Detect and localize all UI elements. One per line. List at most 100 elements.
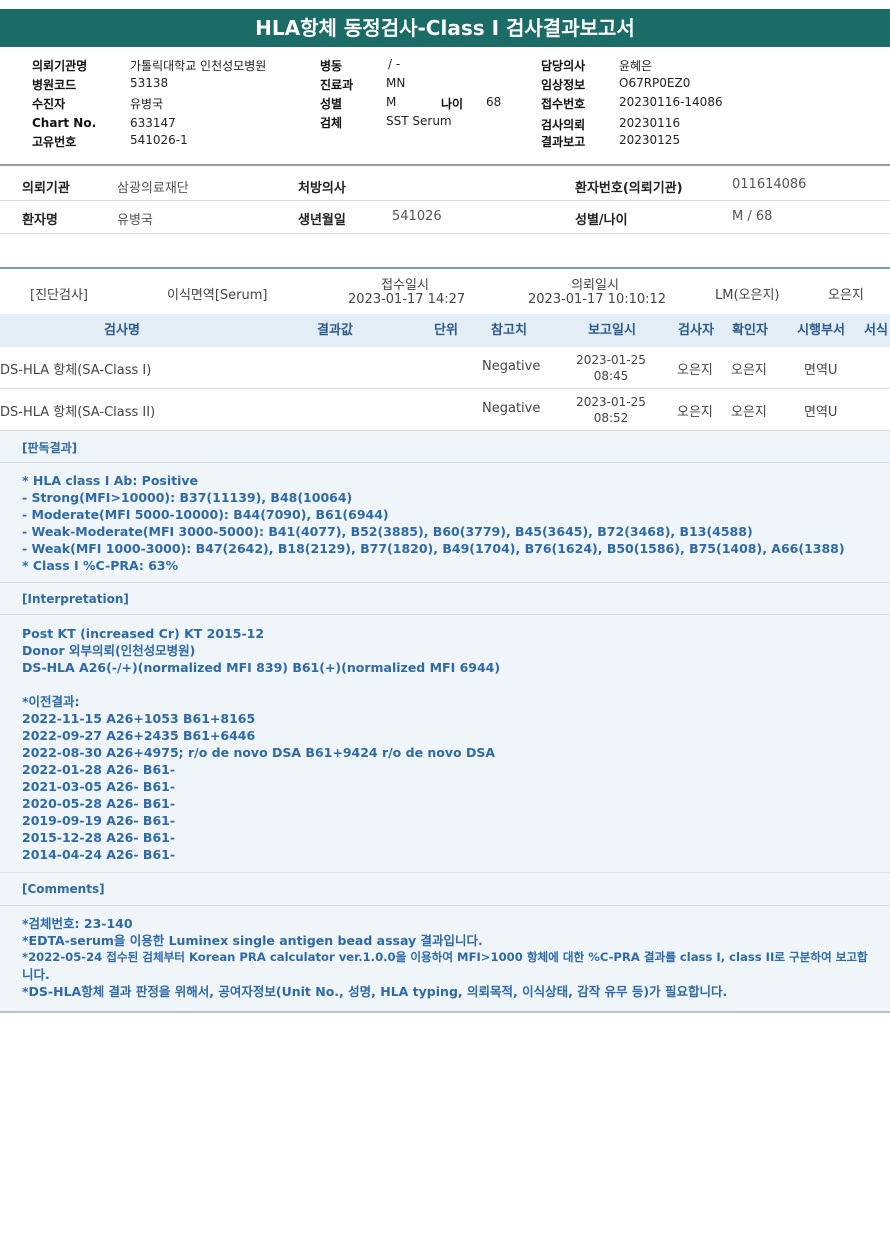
col-report-date: 보고일시 — [588, 323, 636, 338]
request-label: 검사의뢰 — [541, 118, 586, 132]
interp-line: 2022-01-28 A26- B61- — [22, 762, 176, 777]
age-label: 나이 — [441, 97, 464, 111]
chart-no-value: 633147 — [130, 116, 176, 130]
interpretation-header-block: [Interpretation] — [0, 583, 890, 615]
age-value: 68 — [486, 95, 502, 109]
test-name: DS-HLA 항체(SA-Class I) — [0, 363, 152, 378]
unique-no-label: 고유번호 — [32, 135, 77, 149]
table-row: DS-HLA 항체(SA-Class I) Negative 2023-01-2… — [0, 347, 890, 389]
interp-line: Donor 외부의뢰(인천성모병원) — [22, 643, 196, 658]
judgment-line: - Weak(MFI 1000-3000): B47(2642), B18(21… — [22, 541, 845, 556]
doctor-label: 담당의사 — [541, 59, 586, 73]
patient-no-value: 011614086 — [732, 177, 807, 192]
interp-line: 2022-09-27 A26+2435 B61+6446 — [22, 728, 256, 743]
col-reference: 참고치 — [491, 323, 527, 338]
divider — [0, 233, 890, 234]
judgment-body: * HLA class I Ab: Positive - Strong(MFI>… — [0, 463, 890, 583]
receipt-value: 20230116-14086 — [619, 95, 723, 109]
specimen-type: 이식면역[Serum] — [167, 288, 268, 303]
col-tester: 검사자 — [678, 323, 714, 338]
report-date-label: 결과보고 — [541, 135, 586, 149]
report-time: 08:45 — [593, 369, 629, 383]
clinical-value: O67RP0EZ0 — [619, 76, 691, 90]
recipient-label: 수진자 — [32, 97, 66, 111]
chart-no-label: Chart No. — [32, 116, 97, 130]
requested-datetime: 2023-01-17 10:10:12 — [528, 292, 667, 307]
judgment-header-block: [판독결과] — [0, 431, 890, 463]
interp-line: Post KT (increased Cr) KT 2015-12 — [22, 626, 265, 641]
hospital-code-value: 53138 — [130, 76, 169, 90]
col-confirmer: 확인자 — [732, 323, 768, 338]
interp-line: 2015-12-28 A26- B61- — [22, 830, 176, 845]
sexage-label: 성별/나이 — [575, 213, 628, 228]
comment-line: *EDTA-serum을 이용한 Luminex single antigen … — [22, 933, 483, 948]
judgment-line: * Class I %C-PRA: 63% — [22, 558, 179, 573]
tester: 오은지 — [677, 405, 713, 420]
dob-label: 생년월일 — [298, 213, 346, 228]
judgment-line: - Strong(MFI>10000): B37(11139), B48(100… — [22, 490, 353, 505]
test-name: DS-HLA 항체(SA-Class II) — [0, 405, 156, 420]
interp-line: 2022-11-15 A26+1053 B61+8165 — [22, 711, 256, 726]
reference-value: Negative — [482, 401, 541, 416]
prescriber-label: 처방의사 — [298, 181, 346, 196]
interp-line: 2014-04-24 A26- B61- — [22, 847, 176, 862]
report-date: 2023-01-25 — [576, 353, 646, 367]
inst-label: 의뢰기관 — [22, 181, 70, 196]
tester: 오은지 — [677, 363, 713, 378]
divider — [0, 164, 890, 166]
judgment-line: - Moderate(MFI 5000-10000): B44(7090), B… — [22, 507, 389, 522]
judgment-line: - Weak-Moderate(MFI 3000-5000): B41(4077… — [22, 524, 753, 539]
requested-label: 의뢰일시 — [571, 278, 619, 293]
comment-line: *2022-05-24 접수된 검체부터 Korean PRA calculat… — [22, 950, 868, 964]
doctor-value: 윤혜은 — [619, 59, 653, 73]
received-datetime: 2023-01-17 14:27 — [348, 292, 466, 307]
ward-label: 병동 — [320, 59, 343, 73]
dept-value: MN — [386, 76, 406, 90]
dept-label: 진료과 — [320, 78, 354, 92]
inst-value: 삼광의료재단 — [117, 181, 189, 196]
request-value: 20230116 — [619, 116, 681, 130]
interp-line: 2019-09-19 A26- B61- — [22, 813, 176, 828]
institution-label: 의뢰기관명 — [32, 59, 88, 73]
confirmer: 오은지 — [731, 405, 767, 420]
report-time: 08:52 — [593, 411, 629, 425]
col-format: 서식 — [864, 323, 888, 338]
interp-line: 2022-08-30 A26+4975; r/o de novo DSA B61… — [22, 745, 496, 760]
interp-line: DS-HLA A26(-/+)(normalized MFI 839) B61(… — [22, 660, 501, 675]
receipt-label: 접수번호 — [541, 97, 586, 111]
ward-value: / - — [388, 57, 401, 71]
table-row: DS-HLA 항체(SA-Class II) Negative 2023-01-… — [0, 389, 890, 431]
tester-value: 오은지 — [828, 288, 864, 303]
clinical-label: 임상정보 — [541, 78, 586, 92]
patient-no-label: 환자번호(의뢰기관) — [575, 181, 683, 196]
comments-body: *검체번호: 23-140 *EDTA-serum을 이용한 Luminex s… — [0, 906, 890, 1013]
sexage-value: M / 68 — [732, 209, 773, 224]
received-label: 접수일시 — [381, 278, 429, 293]
hospital-code-label: 병원코드 — [32, 78, 77, 92]
lm-value: LM(오은지) — [715, 288, 780, 303]
recipient-value: 유병국 — [130, 97, 164, 111]
comment-line: *DS-HLA항체 결과 판정을 위해서, 공여자정보(Unit No., 성명… — [22, 984, 728, 999]
result-table-header: 검사명 결과값 단위 참고치 보고일시 검사자 확인자 시행부서 서식 — [0, 314, 890, 347]
report-date: 2023-01-25 — [576, 395, 646, 409]
comments-header-block: [Comments] — [0, 873, 890, 906]
col-unit: 단위 — [434, 323, 458, 338]
interpretation-heading: [Interpretation] — [22, 592, 129, 606]
sex-label: 성별 — [320, 97, 343, 111]
interp-line: *이전결과: — [22, 694, 80, 709]
interpretation-body: Post KT (increased Cr) KT 2015-12 Donor … — [0, 615, 890, 873]
dept: 면역U — [804, 405, 838, 420]
report-header-info: 의뢰기관명 가톨릭대학교 인천성모병원 병원코드 53138 수진자 유병국 C… — [0, 55, 890, 165]
report-title: HLA항체 동정검사-Class I 검사결과보고서 — [0, 9, 890, 47]
divider — [0, 200, 890, 201]
institution-value: 가톨릭대학교 인천성모병원 — [130, 59, 267, 73]
judgment-heading: [판독결과] — [22, 441, 78, 455]
reference-value: Negative — [482, 359, 541, 374]
name-label: 환자명 — [22, 213, 58, 228]
col-test-name: 검사명 — [104, 323, 140, 338]
dept: 면역U — [804, 363, 838, 378]
col-dept: 시행부서 — [797, 323, 845, 338]
dob-value: 541026 — [392, 209, 442, 224]
name-value: 유병국 — [117, 213, 153, 228]
interp-line: 2021-03-05 A26- B61- — [22, 779, 176, 794]
